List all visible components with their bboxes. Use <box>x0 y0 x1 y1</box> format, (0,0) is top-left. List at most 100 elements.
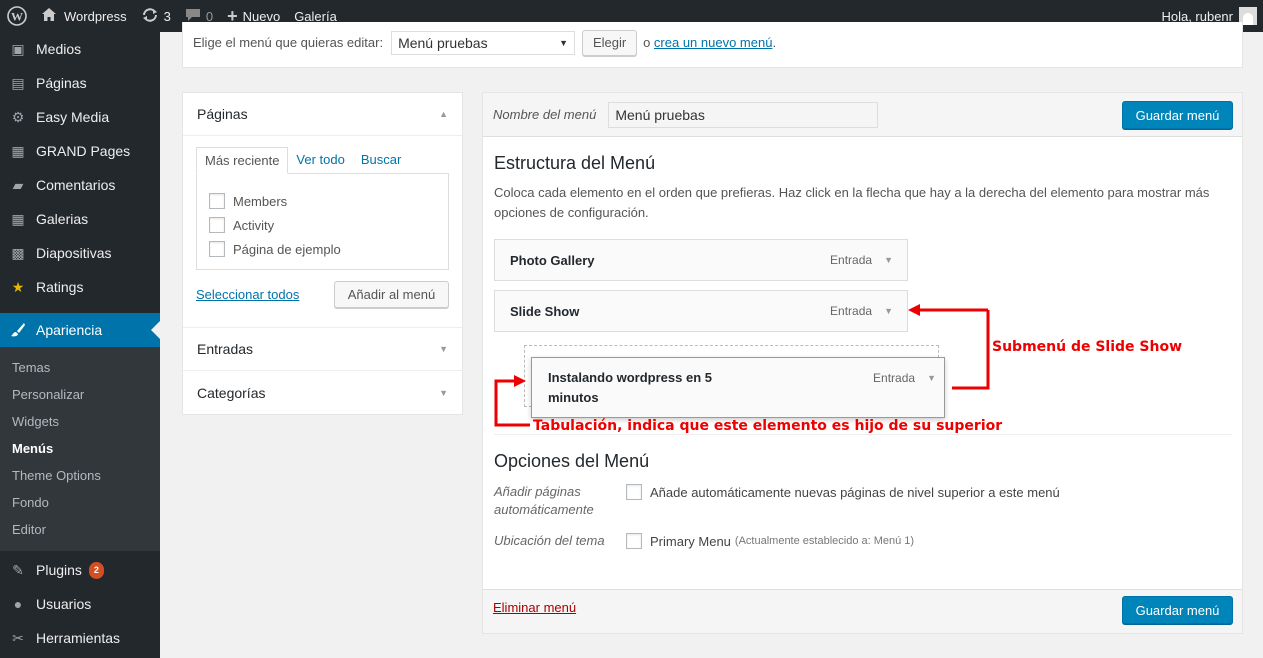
select-all-link[interactable]: Seleccionar todos <box>196 287 299 302</box>
page-label: Activity <box>233 217 275 233</box>
menu-item-photo-gallery[interactable]: Photo Gallery Entrada ▼ <box>494 239 908 281</box>
menu-item-title: Slide Show <box>510 303 580 319</box>
submenu-item-editor[interactable]: Editor <box>0 516 160 543</box>
menu-item-slide-show[interactable]: Slide Show Entrada ▼ <box>494 290 908 332</box>
menu-editor: Nombre del menú Menú pruebas Guardar men… <box>482 92 1243 634</box>
submenu-item-men-s[interactable]: Menús <box>0 435 160 462</box>
save-menu-button[interactable]: Guardar menú <box>1122 596 1233 624</box>
tab-0[interactable]: Más reciente <box>196 147 289 174</box>
slides-icon: ▩ <box>11 244 25 261</box>
create-menu-text: o crea un nuevo menú. <box>643 35 776 50</box>
auto-add-text: Añade automáticamente nuevas páginas de … <box>650 484 1060 500</box>
updates-count: 3 <box>163 8 171 24</box>
sidebar-item-label: Comentarios <box>36 177 116 193</box>
primary-menu-checkbox[interactable] <box>626 533 642 549</box>
list-item[interactable]: Members <box>209 189 436 213</box>
pages-icon: ▤ <box>11 74 25 91</box>
expand-arrow-icon[interactable]: ▼ <box>439 344 448 354</box>
add-to-menu-button[interactable]: Añadir al menú <box>334 281 449 308</box>
collapse-arrow-icon[interactable]: ▲ <box>439 109 448 119</box>
sidebar-item-ratings[interactable]: ★ Ratings <box>0 270 160 304</box>
submenu-item-fondo[interactable]: Fondo <box>0 489 160 516</box>
menu-item-child[interactable]: Instalando wordpress en 5 minutos Entrad… <box>531 357 945 418</box>
menu-structure-description: Coloca cada elemento en el orden que pre… <box>494 185 1210 220</box>
sidebar-item-comentarios[interactable]: ▰ Comentarios <box>0 168 160 202</box>
sidebar-item-label: Plugins <box>36 562 82 578</box>
sidebar-item-medios[interactable]: ▣ Medios <box>0 32 160 66</box>
sidebar-item-p-ginas[interactable]: ▤ Páginas <box>0 66 160 100</box>
menu-options-title: Opciones del Menú <box>494 451 650 471</box>
tab-2[interactable]: Buscar <box>353 147 409 174</box>
submenu-apariencia: Temas Personalizar Widgets Menús Theme Optio… <box>0 347 160 551</box>
pages-section-body: Más reciente Ver todo Buscar Members Activi… <box>183 136 462 328</box>
delete-menu-link[interactable]: Eliminar menú <box>493 600 576 615</box>
pages-section-header[interactable]: Páginas ▲ <box>183 93 462 136</box>
entries-section-header[interactable]: Entradas ▼ <box>183 328 462 371</box>
sidebar-item-galerias[interactable]: ▦ Galerias <box>0 202 160 236</box>
sidebar-item-label: Diapositivas <box>36 245 112 261</box>
sidebar-item-label: Páginas <box>36 75 87 91</box>
sidebar-item-plugins[interactable]: ✎ Plugins 2 <box>0 553 160 587</box>
create-menu-link[interactable]: crea un nuevo menú <box>654 35 773 50</box>
sidebar-item-label: Usuarios <box>36 596 92 612</box>
add-items-accordion: Páginas ▲ Más reciente Ver todo Buscar Mem… <box>182 92 463 415</box>
refresh-icon <box>141 7 159 26</box>
page-checkbox[interactable] <box>209 241 225 257</box>
menu-item-type: Entrada <box>873 371 916 385</box>
submenu-item-temas[interactable]: Temas <box>0 354 160 381</box>
sidebar-item-diapositivas[interactable]: ▩ Diapositivas <box>0 236 160 270</box>
tools-icon: ✂ <box>12 629 24 646</box>
chevron-down-icon[interactable]: ▼ <box>884 255 893 265</box>
star-icon: ★ <box>11 278 25 295</box>
wordpress-logo-icon[interactable]: W <box>0 0 34 32</box>
updates-link[interactable]: 3 <box>134 0 178 32</box>
chevron-down-icon[interactable]: ▼ <box>927 373 936 383</box>
sidebar-item-apariencia[interactable]: Apariencia <box>0 313 160 347</box>
brush-icon <box>9 321 27 339</box>
sidebar-item-label: Galerias <box>36 211 89 227</box>
manage-menus: Elige el menú que quieras editar: Menú p… <box>182 22 1243 68</box>
site-name: Wordpress <box>64 8 127 24</box>
grid-icon: ▦ <box>11 210 25 227</box>
sidebar-item-usuarios[interactable]: ● Usuarios <box>0 587 160 621</box>
sidebar-item-label: Medios <box>36 41 82 57</box>
or-text: o <box>643 35 651 50</box>
plugin-icon: ✎ <box>12 561 24 578</box>
select-button[interactable]: Elegir <box>582 29 638 56</box>
save-menu-button[interactable]: Guardar menú <box>1122 101 1233 129</box>
comments-icon: ▰ <box>12 176 24 193</box>
expand-arrow-icon[interactable]: ▼ <box>439 388 448 398</box>
submenu-item-theme-options[interactable]: Theme Options <box>0 462 160 489</box>
menu-item-type: Entrada <box>830 304 873 318</box>
chevron-down-icon[interactable]: ▼ <box>884 306 893 316</box>
menu-editor-footer: Eliminar menú Guardar menú <box>483 589 1242 633</box>
pages-section-title: Páginas <box>197 106 248 122</box>
page-checkbox[interactable] <box>209 217 225 233</box>
admin-sidebar: ▣ Medios ▤ Páginas ⚙ Easy Media ▦ GRAND Pages ▰ C… <box>0 32 160 658</box>
menu-select[interactable]: Menú pruebas ▼ <box>391 30 576 55</box>
sidebar-item-label: Herramientas <box>36 630 121 646</box>
auto-add-checkbox[interactable] <box>626 484 642 500</box>
submenu-item-widgets[interactable]: Widgets <box>0 408 160 435</box>
submenu-item-personalizar[interactable]: Personalizar <box>0 381 160 408</box>
sidebar-item-grand-pages[interactable]: ▦ GRAND Pages <box>0 134 160 168</box>
sidebar-item-easy-media[interactable]: ⚙ Easy Media <box>0 100 160 134</box>
site-name-link[interactable]: Wordpress <box>34 0 134 32</box>
home-icon <box>41 7 57 25</box>
menu-item-type: Entrada <box>830 253 873 267</box>
page-checkbox[interactable] <box>209 193 225 209</box>
tab-1[interactable]: Ver todo <box>288 147 352 174</box>
menu-item-title: Photo Gallery <box>510 252 595 268</box>
sidebar-item-label: Apariencia <box>36 322 103 338</box>
location-note: (Actualmente establecido a: Menú 1) <box>734 535 915 547</box>
menu-editor-header: Nombre del menú Menú pruebas Guardar men… <box>483 93 1242 137</box>
categories-section-title: Categorías <box>197 384 266 401</box>
categories-section-header[interactable]: Categorías ▼ <box>183 371 462 414</box>
auto-add-label: Añadir páginas automáticamente <box>494 484 594 517</box>
list-item[interactable]: Activity <box>209 213 436 237</box>
sidebar-item-herramientas[interactable]: ✂ Herramientas <box>0 621 160 655</box>
theme-location-field: Primary Menu (Actualmente establecido a:… <box>626 533 914 549</box>
menu-name-input[interactable]: Menú pruebas <box>608 101 879 128</box>
list-item[interactable]: Página de ejemplo <box>209 237 436 261</box>
entries-section-title: Entradas <box>197 341 254 357</box>
